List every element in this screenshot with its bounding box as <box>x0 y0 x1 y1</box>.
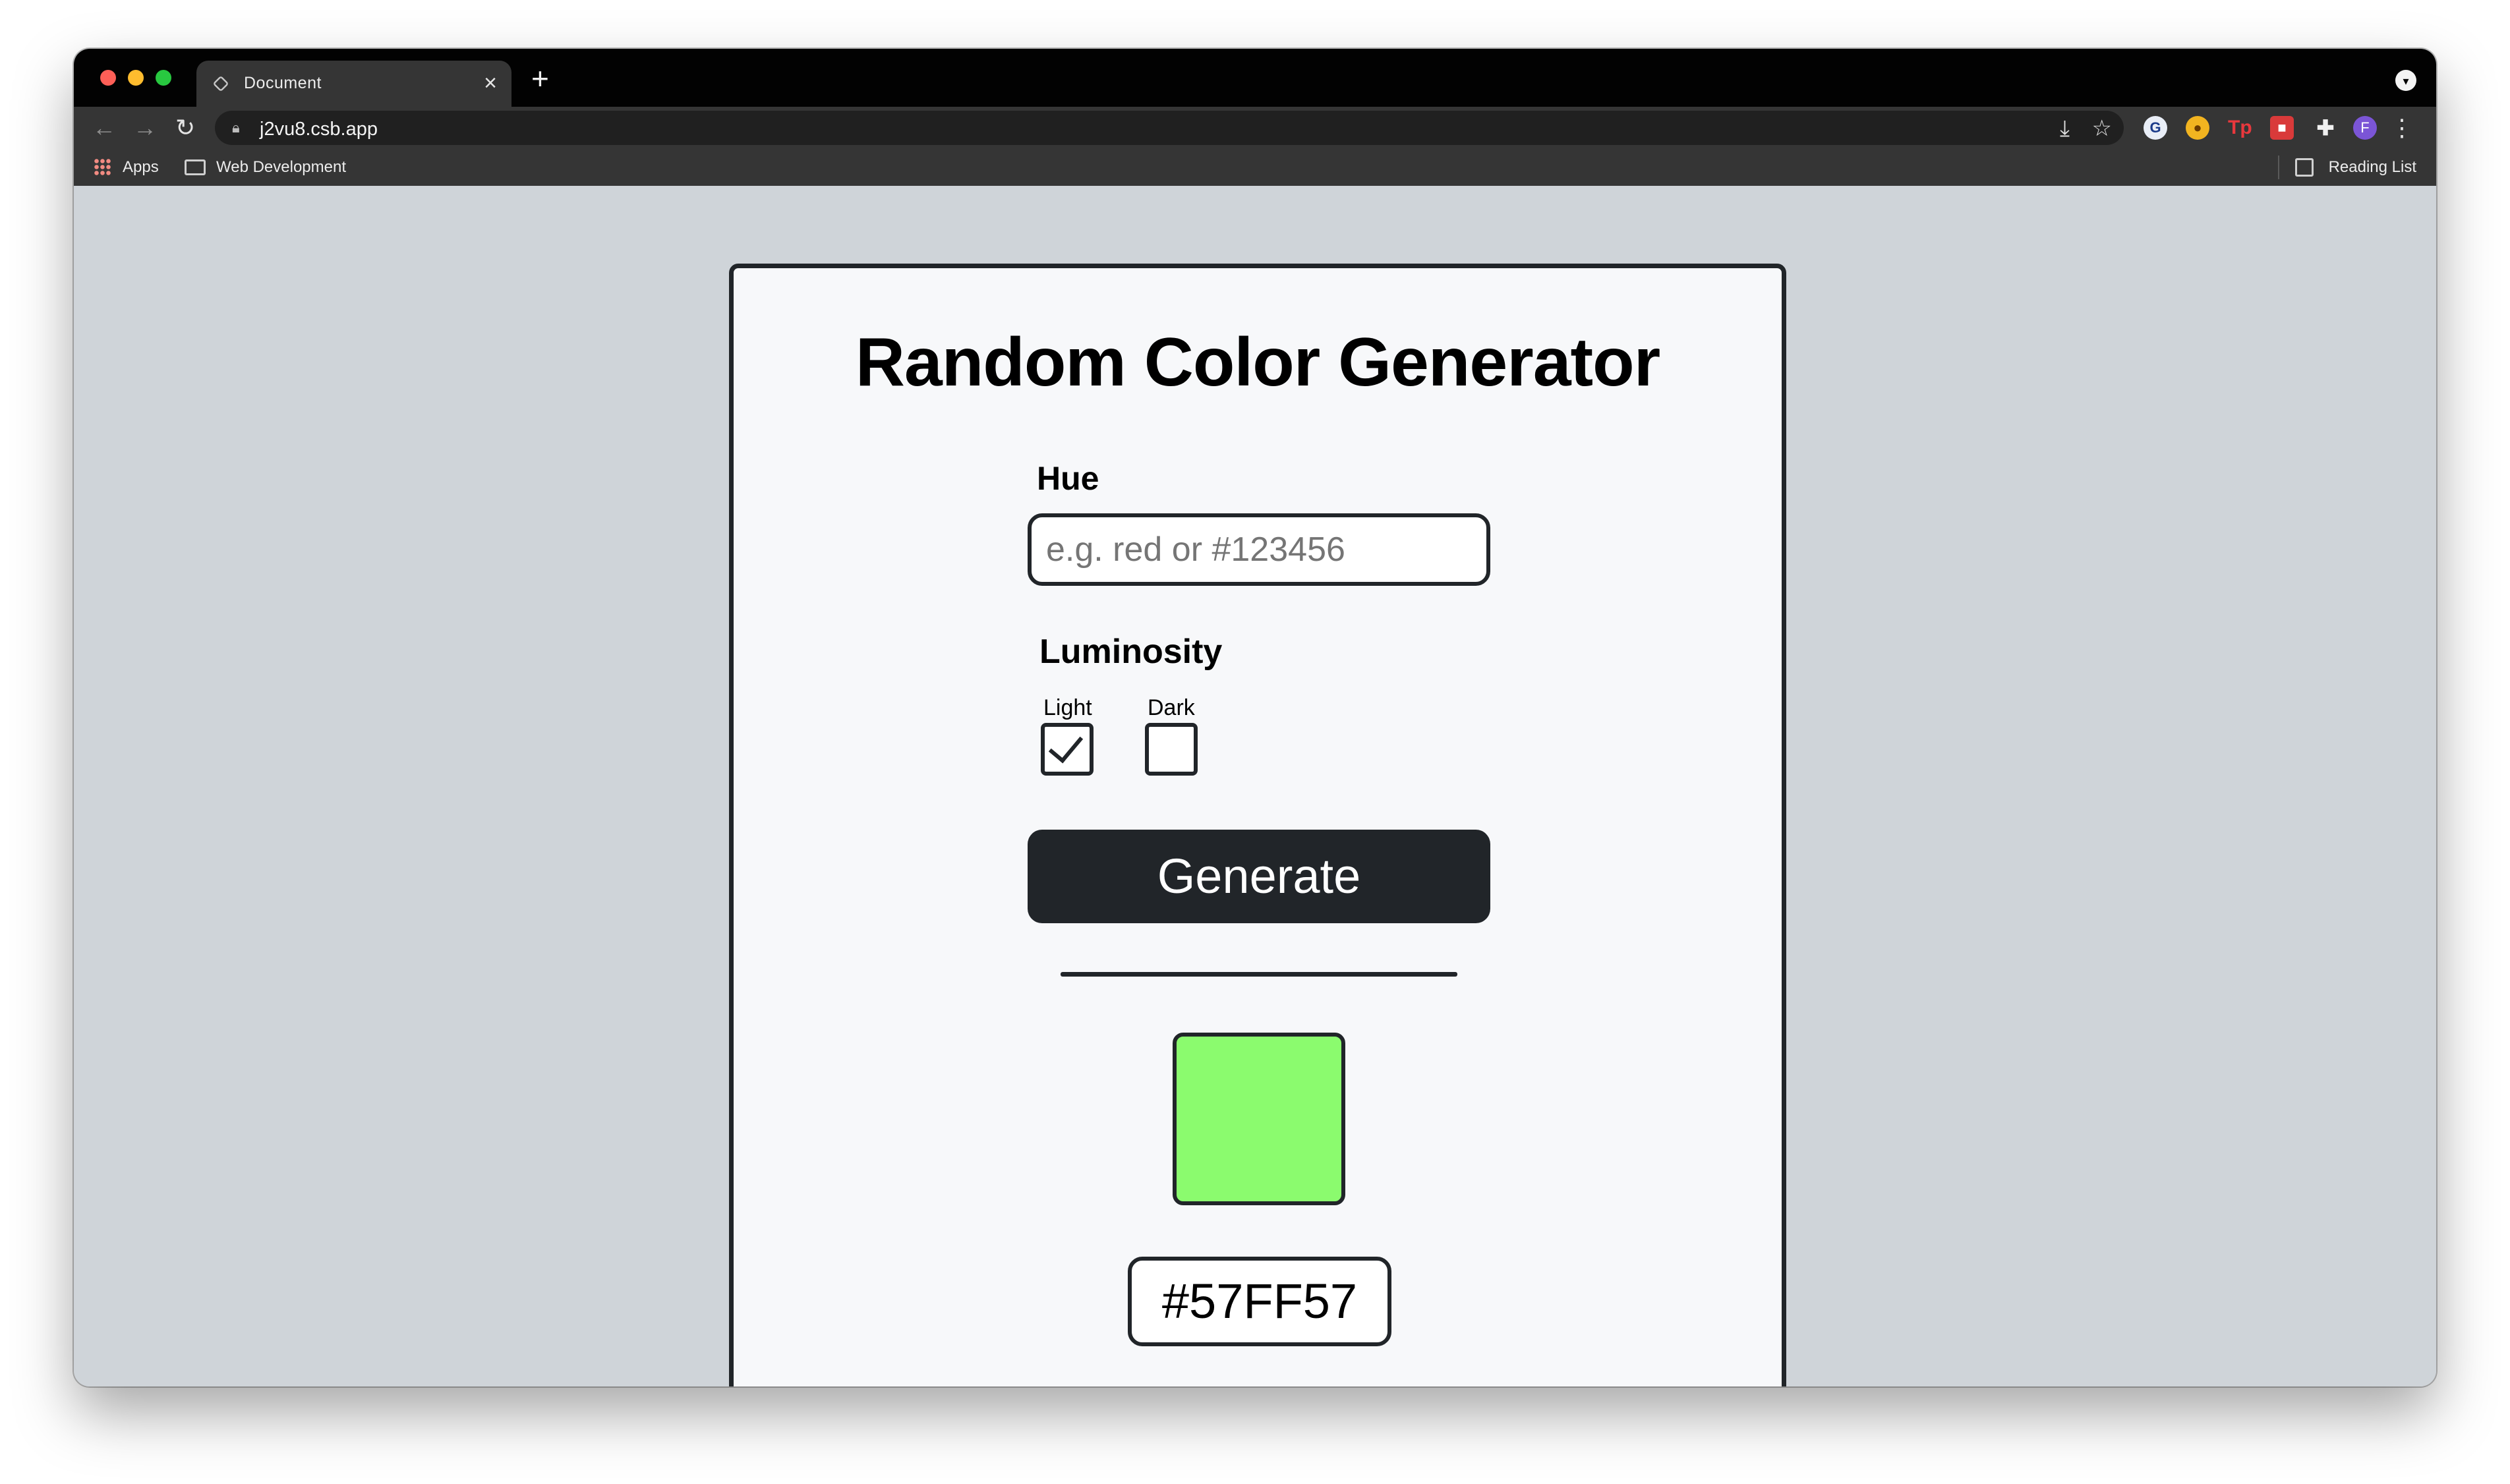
generator-card: Random Color Generator Hue Luminosity Li… <box>729 264 1786 1386</box>
bookmarks-bar: Apps Web Development Reading List <box>74 149 2436 186</box>
bookmark-apps[interactable]: Apps <box>123 158 159 177</box>
extension-grammar-icon[interactable]: G <box>2144 116 2167 140</box>
hue-label: Hue <box>1037 460 1099 497</box>
checkmark-icon <box>1048 727 1084 764</box>
bookmarks-divider <box>2278 156 2279 179</box>
minimize-window-button[interactable] <box>128 70 144 86</box>
tab-search-icon[interactable]: ▾ <box>2395 70 2416 91</box>
tab-document[interactable]: Document × <box>196 61 511 107</box>
menu-dots-icon[interactable]: ⋮ <box>2390 113 2414 142</box>
tab-close-icon[interactable]: × <box>484 70 497 96</box>
extension-tp-icon[interactable]: Tp <box>2228 116 2252 140</box>
tab-title: Document <box>244 74 322 92</box>
extension-coin-icon[interactable]: ● <box>2186 116 2209 140</box>
back-arrow-icon[interactable]: ← <box>92 113 116 142</box>
reload-icon[interactable]: ↻ <box>175 113 195 142</box>
page-viewport: Random Color Generator Hue Luminosity Li… <box>74 186 2436 1386</box>
light-option-label: Light <box>1043 695 1092 720</box>
avatar[interactable]: F <box>2353 116 2377 140</box>
forward-arrow-icon[interactable]: → <box>133 113 157 142</box>
url-text[interactable]: j2vu8.csb.app <box>260 119 378 140</box>
color-swatch <box>1173 1033 1345 1205</box>
hue-input[interactable] <box>1028 513 1490 586</box>
close-window-button[interactable] <box>100 70 116 86</box>
new-tab-button[interactable]: + <box>531 63 549 94</box>
section-divider <box>1061 972 1457 977</box>
tab-strip: Document × + ▾ <box>74 49 2436 107</box>
dark-option-label: Dark <box>1148 695 1195 720</box>
star-icon[interactable]: ☆ <box>2092 116 2112 141</box>
zoom-window-button[interactable] <box>156 70 171 86</box>
browser-toolbar: ← → ↻ 🔒︎ j2vu8.csb.app ⤓ ☆ G ● Tp ■ ✚ F … <box>74 107 2436 149</box>
bookmark-web-development[interactable]: Web Development <box>216 158 346 177</box>
reading-list-icon[interactable] <box>2295 158 2314 177</box>
bookmark-reading-list[interactable]: Reading List <box>2329 158 2416 177</box>
folder-icon[interactable] <box>185 159 206 175</box>
luminosity-label: Luminosity <box>1039 633 1223 671</box>
extension-gift-icon[interactable]: ■ <box>2270 116 2294 140</box>
tab-favicon-icon <box>212 75 229 92</box>
hex-value: #57FF57 <box>1128 1257 1391 1346</box>
install-icon[interactable]: ⤓ <box>2060 116 2070 141</box>
page-title: Random Color Generator <box>855 324 1660 401</box>
browser-window: Document × + ▾ ← → ↻ 🔒︎ j2vu8.csb.app ⤓ … <box>74 49 2436 1386</box>
apps-grid-icon[interactable] <box>94 158 111 175</box>
generate-button[interactable]: Generate <box>1028 830 1490 923</box>
address-bar[interactable]: 🔒︎ j2vu8.csb.app ⤓ ☆ <box>215 111 2124 145</box>
dark-checkbox[interactable] <box>1145 723 1198 776</box>
light-checkbox[interactable] <box>1041 723 1094 776</box>
lock-icon[interactable]: 🔒︎ <box>232 119 250 137</box>
puzzle-icon[interactable]: ✚ <box>2314 116 2337 140</box>
